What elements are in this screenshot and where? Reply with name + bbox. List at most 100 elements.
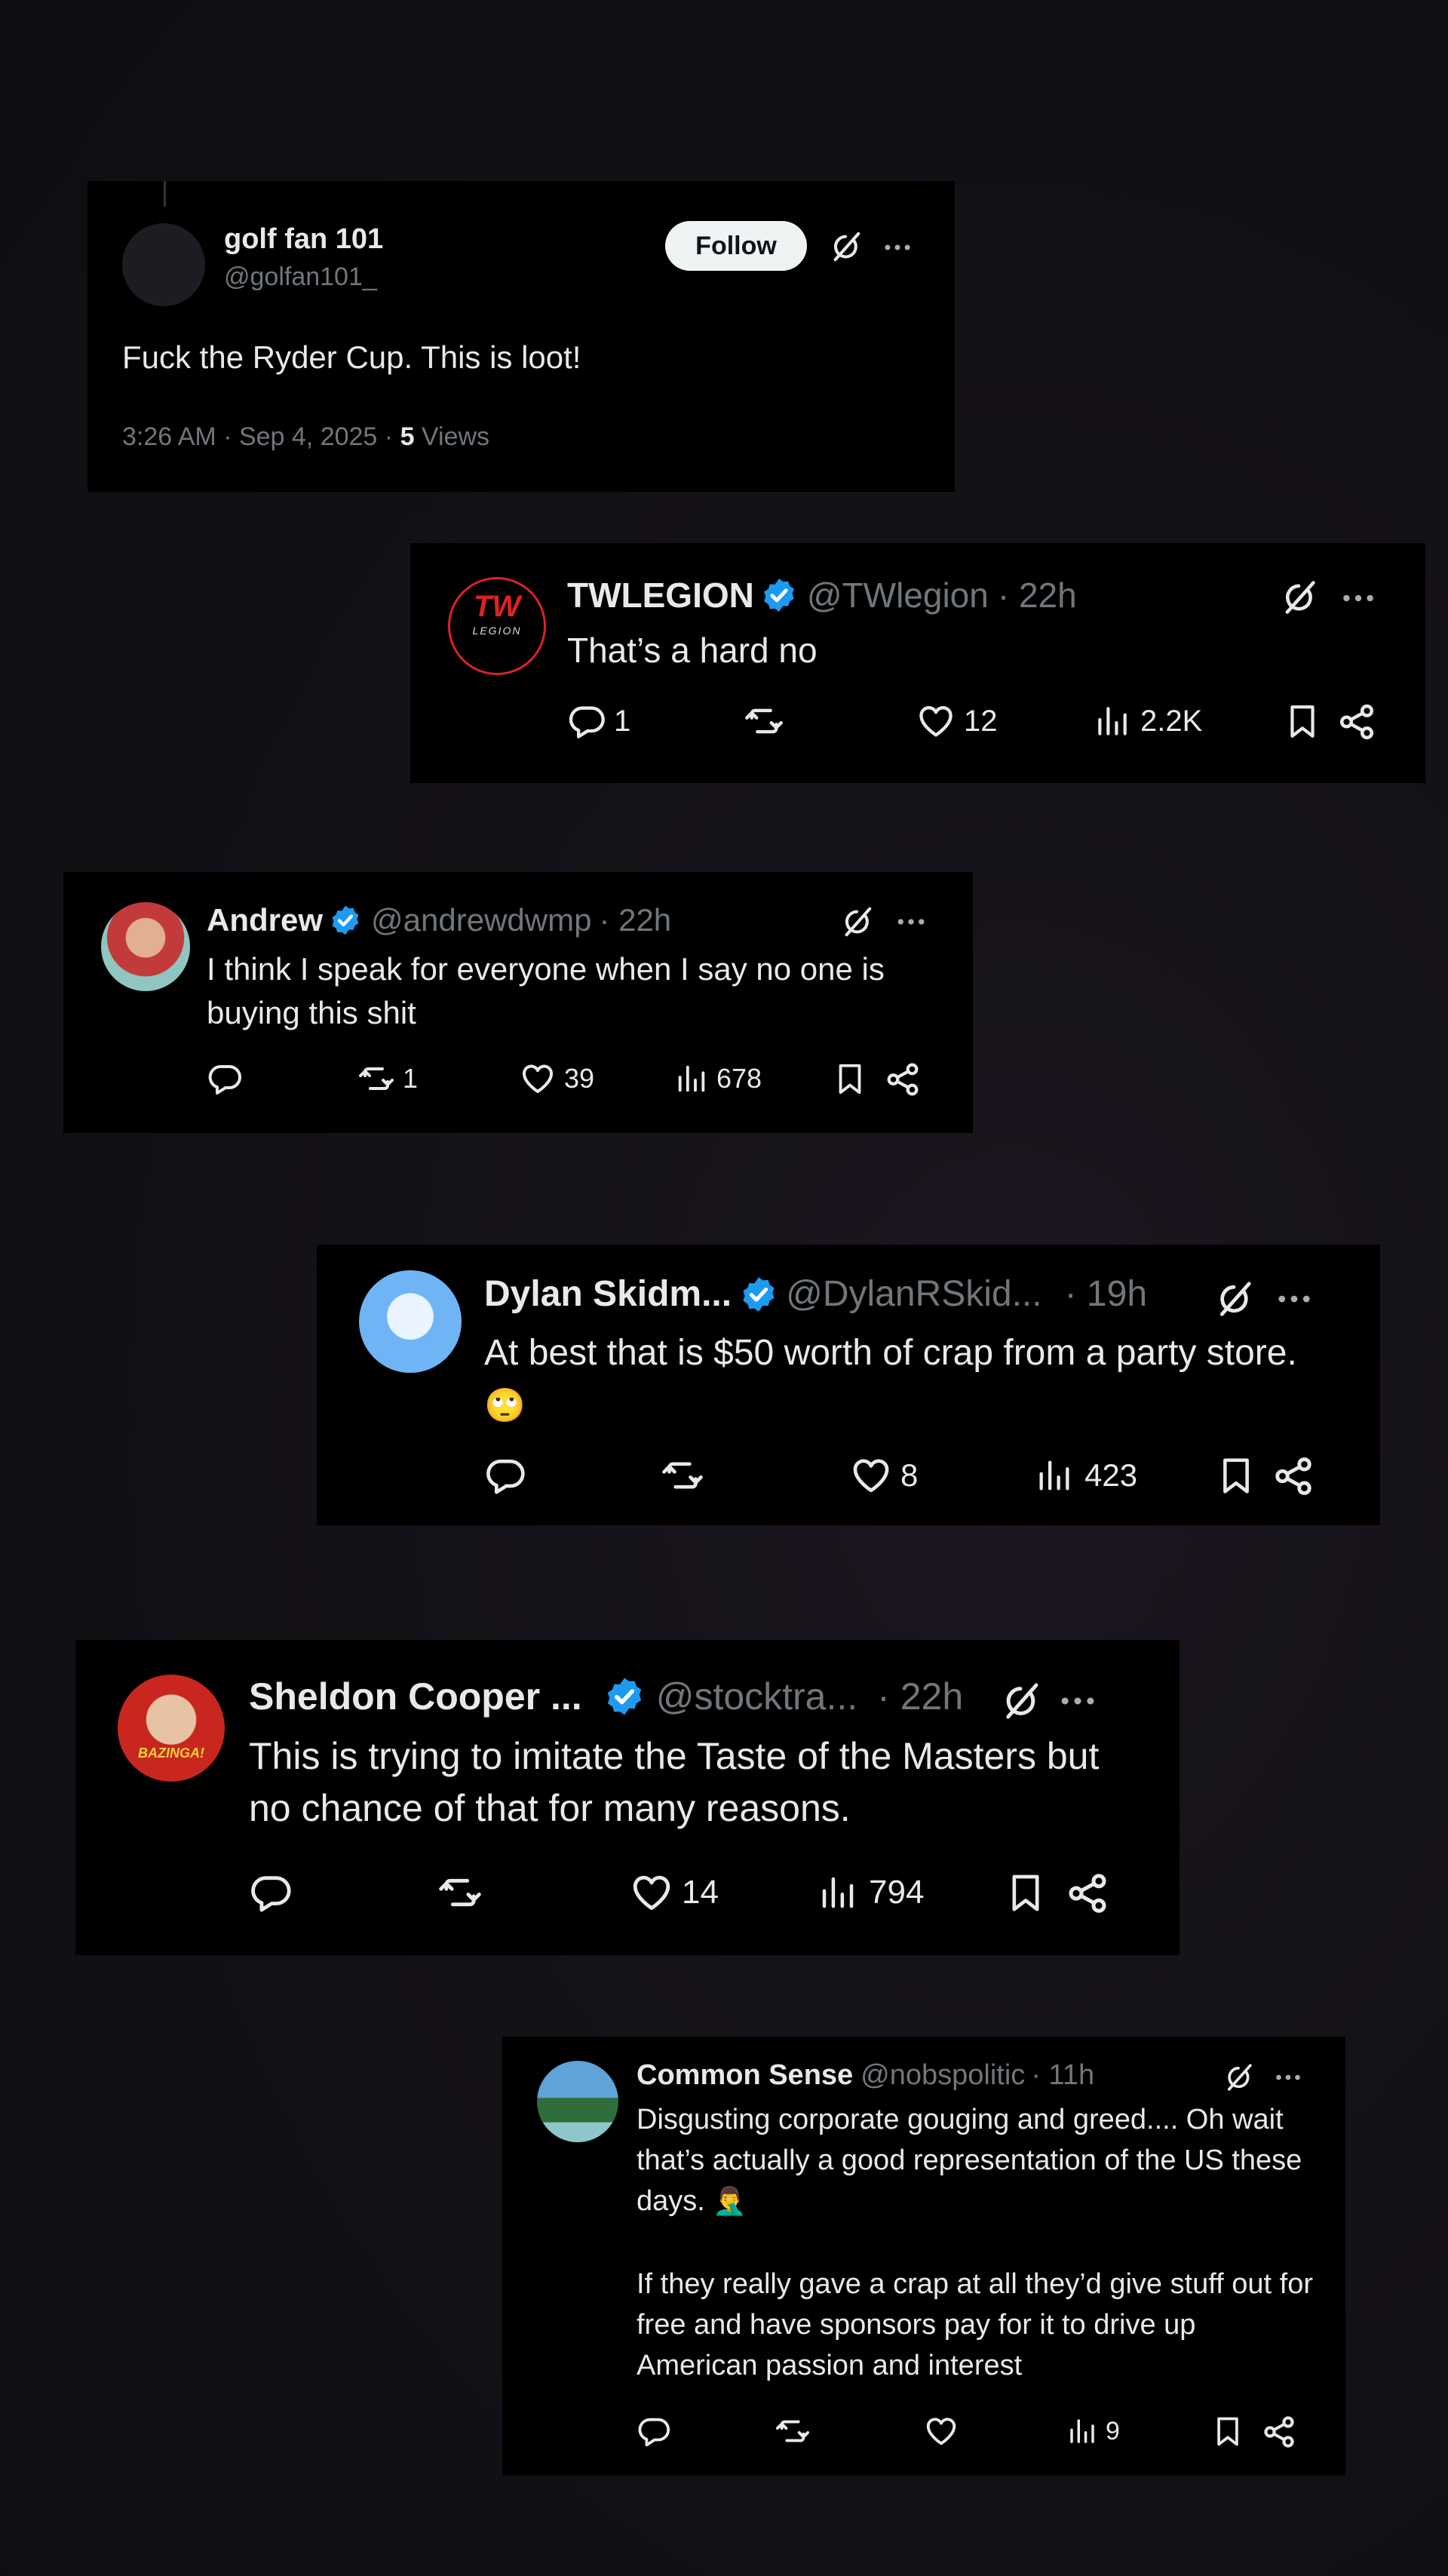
repost-icon bbox=[659, 1454, 706, 1497]
reply-time[interactable]: · 22h bbox=[877, 1675, 963, 1718]
bookmark-button[interactable] bbox=[833, 1061, 867, 1097]
author-name[interactable]: golf fan 101 bbox=[224, 223, 383, 256]
like-button[interactable]: 39 bbox=[519, 1061, 594, 1097]
more-icon[interactable] bbox=[1056, 1679, 1100, 1723]
repost-button[interactable] bbox=[436, 1871, 484, 1914]
reply-time[interactable]: · 22h bbox=[998, 575, 1077, 616]
repost-button[interactable] bbox=[742, 702, 786, 741]
views-button[interactable]: 678 bbox=[674, 1061, 762, 1097]
reply-card-sheldon[interactable]: BAZINGA! Sheldon Cooper ... @stocktra...… bbox=[75, 1640, 1180, 1955]
repost-button[interactable] bbox=[774, 2414, 811, 2449]
views-icon bbox=[674, 1061, 709, 1097]
action-bar: 1 12 2.2K bbox=[410, 694, 1425, 747]
views-button[interactable]: 2.2K bbox=[1094, 702, 1202, 741]
bookmark-button[interactable] bbox=[1216, 1454, 1256, 1497]
post-timestamp[interactable]: 3:26 AM · Sep 4, 2025 · bbox=[122, 422, 400, 451]
bookmark-button[interactable] bbox=[1284, 702, 1321, 741]
bookmark-button[interactable] bbox=[1005, 1871, 1047, 1914]
views-button[interactable]: 423 bbox=[1035, 1454, 1137, 1497]
author-handle[interactable]: @andrewdwmp bbox=[371, 902, 591, 938]
avatar[interactable]: BAZINGA! bbox=[118, 1675, 225, 1782]
share-button[interactable] bbox=[884, 1061, 922, 1098]
reply-icon bbox=[637, 2414, 671, 2449]
author-handle[interactable]: @stocktra... bbox=[656, 1675, 857, 1718]
author-handle[interactable]: @TWlegion bbox=[807, 575, 989, 616]
reply-button[interactable] bbox=[484, 1454, 526, 1497]
grok-icon[interactable] bbox=[1211, 1276, 1256, 1322]
action-bar: 9 bbox=[502, 2414, 1345, 2456]
views-icon bbox=[1035, 1454, 1074, 1497]
reply-button[interactable]: 1 bbox=[567, 702, 630, 741]
author-name[interactable]: Andrew bbox=[207, 902, 323, 938]
views-count: 423 bbox=[1084, 1457, 1138, 1493]
bookmark-icon bbox=[1216, 1454, 1256, 1497]
avatar[interactable] bbox=[359, 1270, 462, 1373]
share-button[interactable] bbox=[1065, 1871, 1110, 1916]
grok-icon[interactable] bbox=[827, 228, 864, 266]
follow-button[interactable]: Follow bbox=[665, 221, 807, 271]
like-count: 39 bbox=[564, 1063, 595, 1094]
views-count: 9 bbox=[1106, 2416, 1120, 2446]
reply-card-twlegion[interactable]: TW LEGION TWLEGION @TWlegion · 22h That’… bbox=[410, 543, 1425, 783]
reply-time[interactable]: · 19h bbox=[1065, 1273, 1147, 1315]
reply-icon bbox=[484, 1454, 526, 1497]
more-icon[interactable] bbox=[1338, 578, 1379, 619]
views-button[interactable]: 9 bbox=[1066, 2414, 1120, 2449]
share-icon bbox=[1336, 702, 1377, 742]
share-button[interactable] bbox=[1336, 702, 1377, 742]
reply-time[interactable]: · 11h bbox=[1031, 2059, 1094, 2092]
more-icon[interactable] bbox=[881, 231, 914, 264]
share-button[interactable] bbox=[1272, 1454, 1315, 1498]
like-button[interactable]: 12 bbox=[916, 702, 998, 741]
reply-button[interactable] bbox=[207, 1061, 243, 1097]
reply-text: That’s a hard no bbox=[567, 631, 818, 670]
more-icon[interactable] bbox=[893, 904, 929, 940]
views-count: 2.2K bbox=[1140, 704, 1203, 738]
reply-header: Andrew @andrewdwmp · 22h bbox=[207, 902, 671, 938]
like-icon bbox=[923, 2414, 959, 2449]
reply-time[interactable]: · 22h bbox=[599, 902, 671, 938]
action-bar: 8 423 bbox=[317, 1454, 1380, 1503]
grok-icon[interactable] bbox=[837, 902, 876, 941]
thread-line bbox=[164, 181, 166, 207]
grok-icon[interactable] bbox=[1276, 575, 1321, 620]
share-button[interactable] bbox=[1261, 2414, 1297, 2450]
verified-icon bbox=[329, 904, 362, 937]
repost-button[interactable] bbox=[659, 1454, 706, 1497]
post-meta: 3:26 AM · Sep 4, 2025 · 5 Views bbox=[122, 422, 489, 452]
grok-icon[interactable] bbox=[997, 1678, 1044, 1724]
author-handle[interactable]: @nobspolitic bbox=[861, 2059, 1025, 2092]
like-button[interactable]: 8 bbox=[849, 1454, 918, 1497]
reply-card-common-sense[interactable]: Common Sense @nobspolitic · 11h Disgusti… bbox=[502, 2037, 1345, 2476]
more-icon[interactable] bbox=[1272, 2061, 1305, 2094]
reply-card-dylan[interactable]: Dylan Skidm... @DylanRSkid... · 19h At b… bbox=[317, 1245, 1380, 1525]
more-icon[interactable] bbox=[1273, 1278, 1315, 1320]
reply-button[interactable] bbox=[637, 2414, 671, 2449]
bookmark-icon bbox=[1005, 1871, 1047, 1914]
avatar[interactable] bbox=[537, 2061, 618, 2142]
author-name[interactable]: Dylan Skidm... bbox=[484, 1273, 732, 1315]
reply-text-body: At best that is $50 worth of crap from a… bbox=[484, 1333, 1297, 1373]
like-button[interactable]: 14 bbox=[629, 1871, 719, 1914]
author-name[interactable]: Sheldon Cooper ... bbox=[249, 1675, 582, 1718]
author-name[interactable]: TWLEGION bbox=[567, 575, 754, 616]
reply-header: Sheldon Cooper ... @stocktra... · 22h bbox=[249, 1675, 963, 1718]
like-button[interactable] bbox=[923, 2414, 959, 2449]
reply-card-andrew[interactable]: Andrew @andrewdwmp · 22h I think I speak… bbox=[63, 872, 973, 1133]
repost-count: 1 bbox=[403, 1063, 419, 1094]
grok-icon[interactable] bbox=[1220, 2059, 1256, 2095]
views-count: 794 bbox=[869, 1874, 925, 1911]
repost-button[interactable]: 1 bbox=[356, 1061, 418, 1097]
avatar[interactable]: TW LEGION bbox=[448, 577, 546, 675]
author-handle[interactable]: @golfan101_ bbox=[224, 263, 377, 292]
avatar[interactable] bbox=[101, 902, 190, 991]
like-count: 12 bbox=[964, 704, 998, 738]
bookmark-button[interactable] bbox=[1211, 2414, 1244, 2449]
avatar[interactable] bbox=[122, 223, 205, 306]
repost-icon bbox=[356, 1061, 397, 1097]
reply-button[interactable] bbox=[249, 1871, 293, 1914]
author-handle[interactable]: @DylanRSkid... bbox=[786, 1273, 1042, 1315]
views-button[interactable]: 794 bbox=[818, 1871, 924, 1914]
verified-icon bbox=[760, 576, 798, 614]
author-name[interactable]: Common Sense bbox=[637, 2059, 853, 2092]
